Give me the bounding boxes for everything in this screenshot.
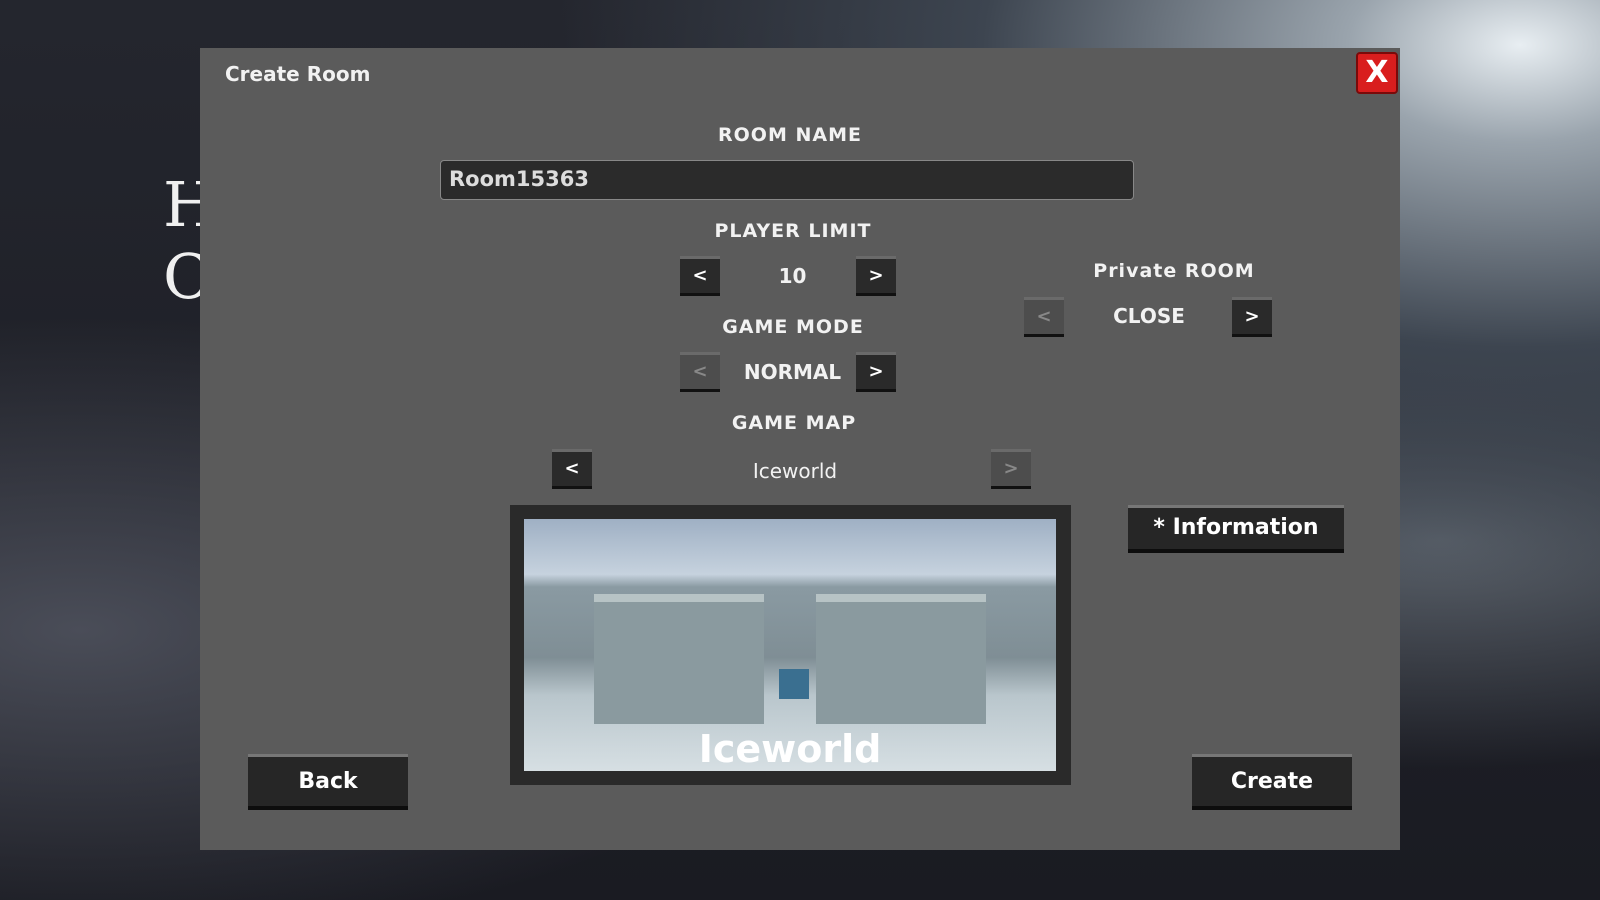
room-name-label: ROOM NAME — [718, 124, 862, 146]
game-mode-prev-button[interactable]: < — [680, 352, 720, 392]
room-name-input[interactable]: Room15363 — [440, 160, 1134, 200]
private-room-next-button[interactable]: > — [1232, 297, 1272, 337]
private-room-prev-button[interactable]: < — [1024, 297, 1064, 337]
create-room-dialog: Create Room X ROOM NAME Room15363 PLAYER… — [200, 48, 1400, 850]
information-button[interactable]: * Information — [1128, 505, 1344, 553]
game-mode-value: NORMAL — [743, 360, 842, 384]
game-mode-label: GAME MODE — [722, 316, 864, 338]
map-preview: Iceworld — [510, 505, 1071, 785]
map-preview-image: Iceworld — [524, 519, 1056, 771]
create-button[interactable]: Create — [1192, 754, 1352, 810]
player-limit-label: PLAYER LIMIT — [714, 220, 872, 242]
private-room-value: CLOSE — [1113, 304, 1185, 328]
player-limit-prev-button[interactable]: < — [680, 256, 720, 296]
game-map-value: Iceworld — [752, 459, 838, 483]
player-limit-value: 10 — [778, 264, 807, 288]
game-mode-next-button[interactable]: > — [856, 352, 896, 392]
game-map-prev-button[interactable]: < — [552, 449, 592, 489]
map-preview-caption: Iceworld — [698, 727, 882, 771]
close-button[interactable]: X — [1356, 52, 1398, 94]
dialog-title: Create Room — [225, 62, 371, 86]
game-map-next-button[interactable]: > — [991, 449, 1031, 489]
back-button[interactable]: Back — [248, 754, 408, 810]
private-room-label: Private ROOM — [1093, 260, 1255, 282]
game-map-label: GAME MAP — [731, 412, 857, 434]
player-limit-next-button[interactable]: > — [856, 256, 896, 296]
